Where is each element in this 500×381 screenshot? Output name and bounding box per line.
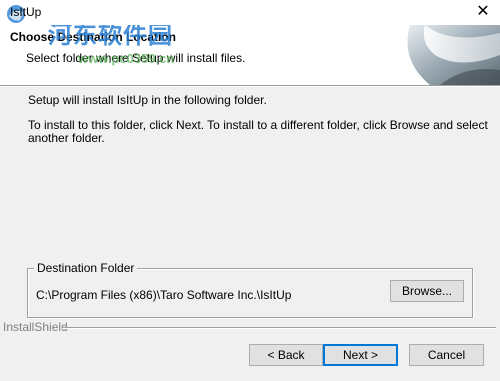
close-button[interactable]: ✕: [466, 0, 500, 25]
watermark-text: 河东软件园: [48, 25, 173, 49]
wizard-header: Choose Destination Location Select folde…: [0, 25, 500, 85]
header-divider: [0, 85, 500, 87]
watermark-url: www.pc0359.cn: [78, 51, 175, 66]
next-button[interactable]: Next >: [323, 344, 398, 366]
footer-divider: [62, 327, 496, 329]
back-button[interactable]: < Back: [249, 344, 323, 366]
window-title: IsItUp: [10, 5, 42, 19]
intro-text: Setup will install IsItUp in the followi…: [28, 93, 267, 107]
destination-folder-label: Destination Folder: [34, 261, 138, 275]
title-bar: IsItUp ✕: [0, 0, 500, 25]
instruction-text-line1: To install to this folder, click Next. T…: [28, 118, 488, 132]
instruction-text-line2: another folder.: [28, 131, 105, 145]
installshield-header-art: [390, 25, 500, 85]
browse-button[interactable]: Browse...: [390, 280, 464, 302]
cancel-button[interactable]: Cancel: [409, 344, 484, 366]
destination-path: C:\Program Files (x86)\Taro Software Inc…: [36, 288, 292, 302]
installshield-brand: InstallShield: [3, 320, 68, 334]
